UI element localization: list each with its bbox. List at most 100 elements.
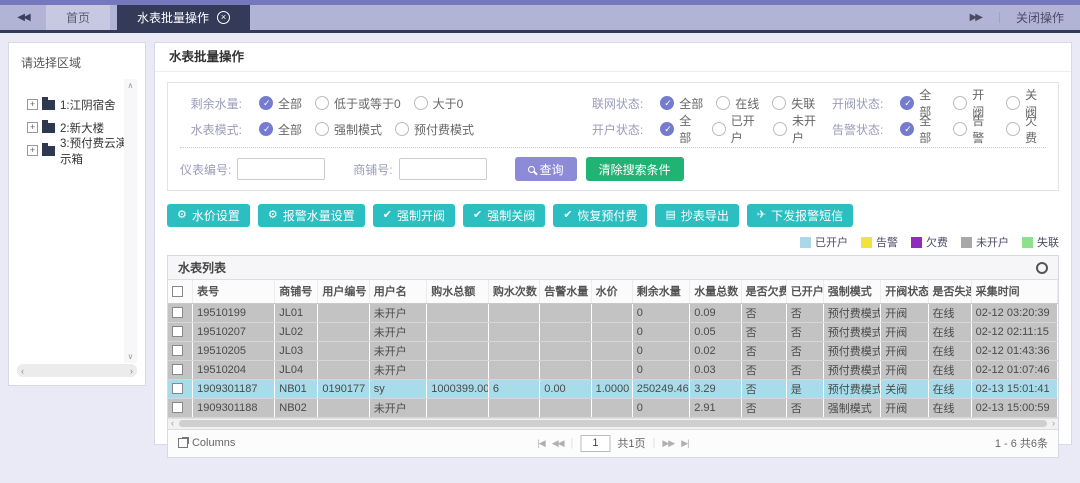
radio-button[interactable] — [716, 96, 730, 110]
column-header[interactable]: 是否欠费 — [741, 280, 786, 303]
scrollbar-thumb[interactable] — [179, 420, 1047, 427]
table-cell: 0 — [632, 303, 690, 322]
action-button[interactable]: ✈下发报警短信 — [747, 204, 853, 227]
table-row[interactable]: 19510207JL02未开户00.05否否预付费模式开阀在线02-12 02:… — [168, 322, 1058, 341]
tab-close-icon[interactable]: × — [217, 11, 230, 24]
radio-button[interactable] — [712, 122, 726, 136]
column-header[interactable]: 剩余水量 — [632, 280, 690, 303]
prev-page-icon[interactable]: ◀◀ — [552, 438, 564, 449]
column-header[interactable]: 强制模式 — [823, 280, 881, 303]
action-button[interactable]: ✔强制开阀 — [373, 204, 455, 227]
column-header[interactable]: 用户名 — [369, 280, 427, 303]
radio-button[interactable] — [772, 96, 786, 110]
meter-table: 表号商铺号用户编号用户名购水总额购水次数告警水量水价剩余水量水量总数是否欠费已开… — [168, 280, 1058, 418]
row-checkbox[interactable] — [172, 307, 183, 318]
refresh-icon[interactable] — [1036, 262, 1048, 274]
table-cell — [427, 322, 489, 341]
table-row[interactable]: 1909301187NB010190177sy1000399.0060.001.… — [168, 379, 1058, 398]
row-select-cell — [168, 341, 193, 360]
radio-button[interactable] — [900, 122, 914, 136]
radio-button[interactable] — [414, 96, 428, 110]
tab-home[interactable]: 首页 — [46, 5, 110, 30]
meter-no-input[interactable] — [237, 158, 325, 180]
radio-button[interactable] — [953, 122, 967, 136]
radio-button[interactable] — [259, 122, 273, 136]
table-horizontal-scrollbar[interactable]: ‹ › — [168, 418, 1058, 429]
last-page-icon[interactable]: ▶| — [681, 438, 688, 449]
filter-group: 水表模式:全部强制模式预付费模式 — [180, 121, 581, 138]
expand-icon[interactable]: + — [27, 99, 38, 110]
column-header[interactable]: 商铺号 — [275, 280, 318, 303]
radio-button[interactable] — [315, 96, 329, 110]
row-checkbox[interactable] — [172, 345, 183, 356]
action-button[interactable]: ⚙报警水量设置 — [258, 204, 365, 227]
tree-horizontal-scrollbar[interactable]: ‹› — [17, 364, 137, 377]
scroll-down-icon[interactable]: ∨ — [128, 352, 134, 361]
action-button[interactable]: ▤抄表导出 — [655, 204, 738, 227]
radio-button[interactable] — [773, 122, 787, 136]
radio-button[interactable] — [395, 122, 409, 136]
table-body: 19510199JL01未开户00.09否否预付费模式开阀在线02-12 03:… — [168, 303, 1058, 417]
search-button[interactable]: 查询 — [515, 157, 577, 181]
radio-button[interactable] — [1006, 122, 1020, 136]
document-icon: ▤ — [665, 210, 675, 221]
tabs-scroll-left-icon[interactable]: ◀◀ — [0, 5, 46, 30]
scroll-right-icon[interactable]: › — [1049, 419, 1058, 428]
table-row[interactable]: 19510199JL01未开户00.09否否预付费模式开阀在线02-12 03:… — [168, 303, 1058, 322]
action-button[interactable]: ✔恢复预付费 — [553, 204, 647, 227]
column-header[interactable]: 购水次数 — [488, 280, 539, 303]
table-cell: 开阀 — [881, 398, 928, 417]
action-button[interactable]: ✔强制关阀 — [463, 204, 545, 227]
tab-water-meter-batch[interactable]: 水表批量操作 × — [117, 5, 250, 30]
tree-node[interactable]: +3:预付费云演示箱 — [27, 139, 137, 162]
first-page-icon[interactable]: |◀ — [537, 438, 544, 449]
table-row[interactable]: 19510205JL03未开户00.02否否预付费模式开阀在线02-12 01:… — [168, 341, 1058, 360]
column-header[interactable]: 是否失连 — [928, 280, 971, 303]
radio-button[interactable] — [315, 122, 329, 136]
column-header[interactable]: 采集时间 — [971, 280, 1057, 303]
table-footer: Columns |◀ ◀◀ | 共1页 | ▶▶ ▶| 1 - 6 共6条 — [168, 429, 1058, 457]
table-cell — [318, 303, 369, 322]
row-checkbox[interactable] — [172, 326, 183, 337]
table-row[interactable]: 1909301188NB02未开户02.91否否强制模式开阀在线02-13 15… — [168, 398, 1058, 417]
clear-search-button[interactable]: 清除搜索条件 — [586, 157, 684, 181]
shop-no-input[interactable] — [399, 158, 487, 180]
row-checkbox[interactable] — [172, 402, 183, 413]
tree-node[interactable]: +1:江阴宿舍 — [27, 93, 137, 116]
column-header[interactable]: 开阀状态 — [881, 280, 928, 303]
radio-button[interactable] — [259, 96, 273, 110]
expand-icon[interactable]: + — [27, 145, 38, 156]
tabs-scroll-right-icon[interactable]: ▶▶ — [952, 12, 1000, 23]
scroll-left-icon[interactable]: ‹ — [21, 366, 24, 376]
row-checkbox[interactable] — [172, 364, 183, 375]
scroll-left-icon[interactable]: ‹ — [168, 419, 177, 428]
tree-vertical-scrollbar[interactable]: ∧∨ — [124, 79, 137, 363]
scroll-up-icon[interactable]: ∧ — [128, 81, 134, 90]
row-checkbox[interactable] — [172, 383, 183, 394]
table-cell: 在线 — [928, 360, 971, 379]
column-header[interactable]: 用户编号 — [318, 280, 369, 303]
column-header[interactable]: 表号 — [193, 280, 275, 303]
next-page-icon[interactable]: ▶▶ — [662, 438, 674, 449]
column-header[interactable]: 告警水量 — [540, 280, 591, 303]
page-title: 水表批量操作 — [155, 43, 1071, 72]
scroll-right-icon[interactable]: › — [130, 366, 133, 376]
radio-button[interactable] — [953, 96, 967, 110]
column-header[interactable]: 水价 — [591, 280, 632, 303]
table-cell: 6 — [488, 379, 539, 398]
column-header[interactable]: 购水总额 — [427, 280, 489, 303]
action-button[interactable]: ⚙水价设置 — [167, 204, 250, 227]
column-header[interactable]: 已开户 — [786, 280, 823, 303]
table-row[interactable]: 19510204JL04未开户00.03否否预付费模式开阀在线02-12 01:… — [168, 360, 1058, 379]
page-total-label: 共1页 — [617, 435, 645, 451]
select-all-checkbox[interactable] — [172, 286, 183, 297]
page-number-input[interactable] — [580, 435, 610, 452]
radio-button[interactable] — [1006, 96, 1020, 110]
columns-button[interactable]: Columns — [178, 437, 235, 449]
radio-button[interactable] — [660, 122, 674, 136]
radio-button[interactable] — [900, 96, 914, 110]
expand-icon[interactable]: + — [27, 122, 38, 133]
close-operations-button[interactable]: 关闭操作 — [1000, 9, 1080, 26]
column-header[interactable]: 水量总数 — [690, 280, 741, 303]
radio-button[interactable] — [660, 96, 674, 110]
